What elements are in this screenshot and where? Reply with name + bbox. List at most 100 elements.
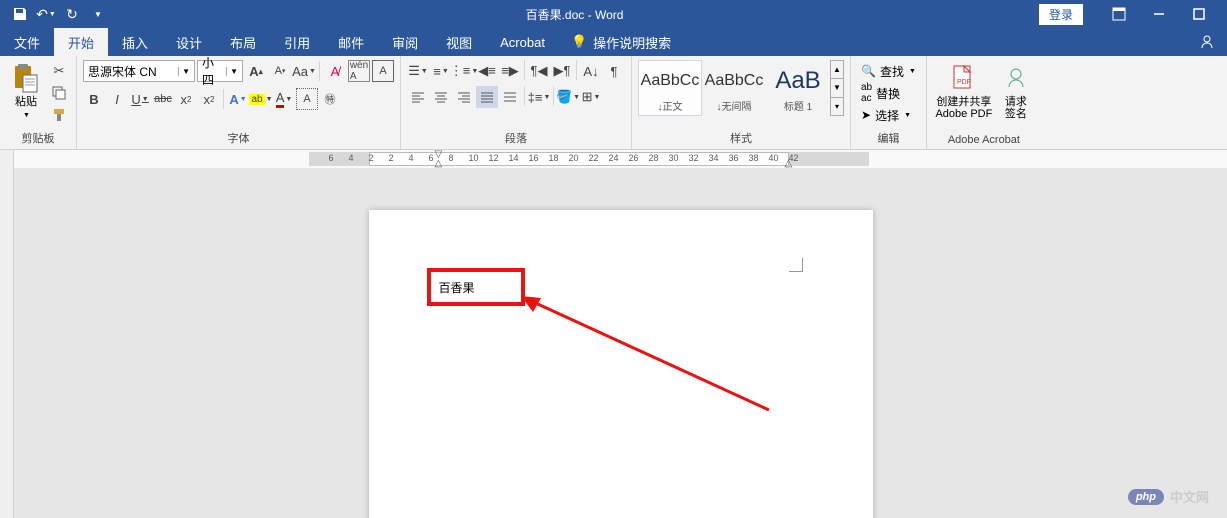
italic-icon[interactable]: I <box>106 88 128 110</box>
style-normal[interactable]: AaBbCc ↓正文 <box>638 60 702 116</box>
ruler-tick: 6 <box>429 153 434 163</box>
search-icon: 🔍 <box>861 64 876 78</box>
enclose-char-icon[interactable]: ㊕ <box>319 88 341 110</box>
style-expand-icon[interactable]: ▾ <box>831 98 843 115</box>
ruler-tick: 24 <box>609 153 619 163</box>
create-pdf-label1: 创建并共享 <box>936 96 991 108</box>
request-sign-button[interactable]: 请求签名 <box>997 60 1035 122</box>
save-icon[interactable] <box>8 2 32 26</box>
phonetic-guide-icon[interactable]: wénA <box>348 60 370 82</box>
copy-icon[interactable] <box>48 82 70 104</box>
shading-icon[interactable]: 🪣▼ <box>557 86 579 108</box>
numbering-icon[interactable]: ≡▼ <box>430 60 452 82</box>
watermark: php 中文网 <box>1128 487 1209 506</box>
create-pdf-button[interactable]: PDF 创建并共享Adobe PDF <box>933 60 995 122</box>
redo-icon[interactable]: ↻ <box>60 2 84 26</box>
ruler-tick: 4 <box>409 153 414 163</box>
tell-me-search[interactable]: 💡 操作说明搜索 <box>559 28 671 56</box>
style-scroll: ▲ ▼ ▾ <box>830 60 844 116</box>
tab-references[interactable]: 引用 <box>270 28 324 56</box>
increase-indent-icon[interactable]: ≡▶ <box>499 60 521 82</box>
grow-font-icon[interactable]: A▴ <box>245 60 267 82</box>
text-effects-icon[interactable]: A▼ <box>227 88 249 110</box>
tab-mailings[interactable]: 邮件 <box>324 28 378 56</box>
distribute-icon[interactable] <box>499 86 521 108</box>
font-size-value: 小四 <box>202 54 223 88</box>
tab-layout[interactable]: 布局 <box>216 28 270 56</box>
show-marks-icon[interactable]: ¶ <box>603 60 625 82</box>
share-icon[interactable] <box>1199 28 1227 56</box>
minimize-icon[interactable] <box>1139 0 1179 28</box>
watermark-text: 中文网 <box>1170 487 1209 506</box>
justify-icon[interactable] <box>476 86 498 108</box>
align-right-icon[interactable] <box>453 86 475 108</box>
document-area: ▽ △ △ 6422468101214161820222426283032343… <box>14 150 1227 518</box>
subscript-icon[interactable]: x2 <box>175 88 197 110</box>
ruler-tick: 40 <box>769 153 779 163</box>
shrink-font-icon[interactable]: A▾ <box>269 60 291 82</box>
find-label: 查找 <box>880 63 904 80</box>
find-button[interactable]: 🔍 查找 ▼ <box>857 60 920 82</box>
page-background[interactable]: 百香果 <box>14 168 1227 518</box>
replace-button[interactable]: abac 替换 <box>857 82 904 104</box>
page[interactable]: 百香果 <box>369 210 873 518</box>
tab-file[interactable]: 文件 <box>0 28 54 56</box>
bold-icon[interactable]: B <box>83 88 105 110</box>
style-scroll-down-icon[interactable]: ▼ <box>831 79 843 97</box>
workspace: ▽ △ △ 6422468101214161820222426283032343… <box>0 150 1227 518</box>
document-name: 百香果.doc <box>526 8 585 22</box>
sort-icon[interactable]: A↓ <box>580 60 602 82</box>
align-left-icon[interactable] <box>407 86 429 108</box>
align-center-icon[interactable] <box>430 86 452 108</box>
cut-icon[interactable]: ✂ <box>48 60 70 82</box>
php-badge: php <box>1128 489 1164 505</box>
bullets-icon[interactable]: ☰▼ <box>407 60 429 82</box>
change-case-icon[interactable]: Aa▼ <box>293 60 315 82</box>
ribbon-display-icon[interactable] <box>1099 0 1139 28</box>
font-size-combo[interactable]: 小四 ▼ <box>197 60 243 82</box>
tab-home[interactable]: 开始 <box>54 28 108 56</box>
font-name-combo[interactable]: 思源宋体 CN ▼ <box>83 60 195 82</box>
ltr-icon[interactable]: ¶◀ <box>528 60 550 82</box>
style-no-spacing[interactable]: AaBbCc ↓无间隔 <box>702 60 766 116</box>
rtl-icon[interactable]: ▶¶ <box>551 60 573 82</box>
underline-icon[interactable]: U▼ <box>129 88 151 110</box>
styles-title: 样式 <box>638 128 844 149</box>
login-button[interactable]: 登录 <box>1039 4 1083 25</box>
highlight-icon[interactable]: ab▼ <box>250 88 272 110</box>
tab-view[interactable]: 视图 <box>432 28 486 56</box>
maximize-icon[interactable] <box>1179 0 1219 28</box>
decrease-indent-icon[interactable]: ◀≡ <box>476 60 498 82</box>
line-spacing-icon[interactable]: ‡≡▼ <box>528 86 550 108</box>
paste-button[interactable]: 粘贴▼ <box>6 60 46 124</box>
annotation-box: 百香果 <box>427 268 525 306</box>
style-heading1[interactable]: AaB 标题 1 <box>766 60 830 116</box>
ruler-tick: 20 <box>569 153 579 163</box>
horizontal-ruler[interactable]: ▽ △ △ 6422468101214161820222426283032343… <box>14 150 1227 168</box>
tab-acrobat[interactable]: Acrobat <box>486 28 559 56</box>
app-name: Word <box>595 8 623 22</box>
strikethrough-icon[interactable]: abc <box>152 88 174 110</box>
document-text[interactable]: 百香果 <box>439 279 475 296</box>
qat-customize-icon[interactable]: ▼ <box>86 2 110 26</box>
tab-design[interactable]: 设计 <box>162 28 216 56</box>
font-color-icon[interactable]: A▼ <box>273 88 295 110</box>
select-button[interactable]: ➤ 选择 ▼ <box>857 104 915 126</box>
tab-review[interactable]: 审阅 <box>378 28 432 56</box>
paste-label: 粘贴 <box>15 96 37 108</box>
multilevel-list-icon[interactable]: ⋮≡▼ <box>453 60 475 82</box>
group-font: 思源宋体 CN ▼ 小四 ▼ A▴ A▾ Aa▼ A̸ wénA A B I U… <box>77 56 401 149</box>
clear-format-icon[interactable]: A̸ <box>324 60 346 82</box>
character-shading-icon[interactable]: A <box>296 88 318 110</box>
ruler-tick: 6 <box>329 153 334 163</box>
character-border-icon[interactable]: A <box>372 60 394 82</box>
undo-icon[interactable]: ↶▼ <box>34 2 58 26</box>
format-painter-icon[interactable] <box>48 104 70 126</box>
paragraph-title: 段落 <box>407 128 625 149</box>
style-name: 标题 1 <box>784 98 812 113</box>
borders-icon[interactable]: ⊞▼ <box>580 86 602 108</box>
superscript-icon[interactable]: x2 <box>198 88 220 110</box>
style-scroll-up-icon[interactable]: ▲ <box>831 61 843 79</box>
tab-insert[interactable]: 插入 <box>108 28 162 56</box>
window-title: 百香果.doc - Word <box>110 6 1039 23</box>
